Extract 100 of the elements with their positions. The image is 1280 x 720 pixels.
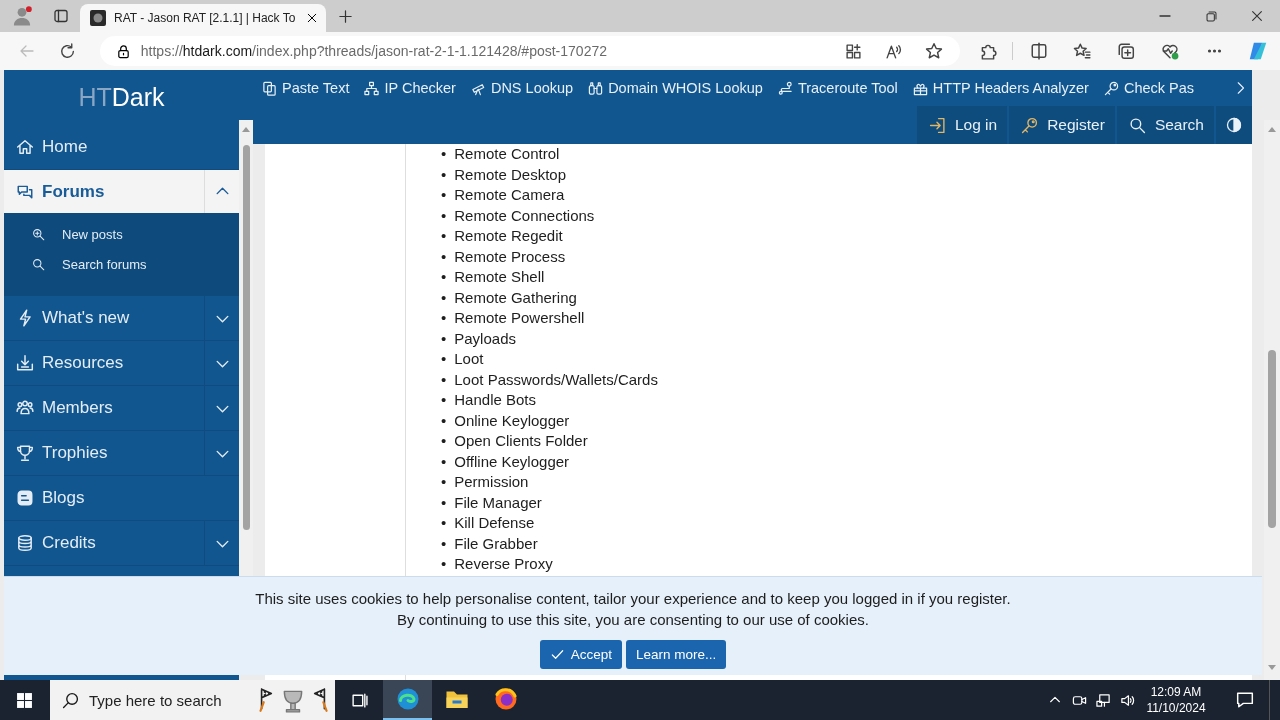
clock[interactable]: 12:09 AM 11/10/2024 — [1139, 684, 1213, 716]
list-item: Reverse Proxy — [454, 554, 553, 574]
list-item: Remote Control — [454, 144, 560, 164]
zoom-in-icon — [32, 227, 45, 241]
search-link[interactable]: Search — [1116, 106, 1214, 144]
back-arrow-icon — [18, 43, 35, 59]
favorites-icon — [1073, 42, 1092, 60]
reload-icon — [59, 42, 77, 60]
scrollbar-thumb[interactable] — [1268, 350, 1276, 528]
sidebar-subitem[interactable]: Search forums — [4, 249, 239, 279]
list-item: File Manager — [454, 492, 542, 513]
list-bullet: • — [441, 164, 447, 185]
list-bullet: • — [441, 205, 447, 226]
search-icon — [32, 257, 45, 271]
tool-link[interactable]: DNS Lookup — [470, 80, 574, 96]
list-bullet: • — [441, 185, 447, 205]
tool-link[interactable]: Paste Text — [262, 80, 350, 96]
more-icon — [1206, 49, 1222, 53]
list-item: Remote Process — [454, 246, 566, 267]
list-item: Remote Powershell — [454, 308, 585, 328]
list-bullet: • — [441, 246, 447, 267]
tool-link[interactable]: HTTP Headers Analyzer — [912, 80, 1089, 96]
browser-tab[interactable]: RAT - Jason RAT [2.1.1] | Hack To — [80, 4, 326, 32]
tab-actions-icon — [53, 8, 69, 24]
accept-button[interactable]: Accept — [539, 640, 622, 669]
favicon-icon — [90, 10, 106, 26]
binoculars-icon — [588, 80, 604, 96]
list-bullet: • — [441, 390, 447, 410]
list-item: Remote Regedit — [454, 226, 563, 246]
login-link[interactable]: Log in — [916, 106, 1008, 144]
key-icon — [1103, 80, 1119, 96]
star-icon — [924, 42, 943, 60]
address-bar[interactable]: https://htdark.com/index.php?threads/jason-rat-2-1-1.121428/#post-170272 — [99, 36, 960, 66]
list-item: Online Keylogger — [454, 410, 570, 431]
list-item: Offline Keylogger — [454, 451, 570, 472]
restore-icon — [1204, 9, 1218, 23]
tool-link[interactable]: Domain WHOIS Lookup — [588, 80, 763, 96]
network-icon — [364, 80, 380, 96]
list-item: Remote Desktop — [454, 164, 566, 185]
profile-icon — [12, 6, 32, 26]
list-bullet: • — [441, 144, 447, 164]
download-icon — [16, 354, 34, 372]
learn-more-button[interactable]: Learn more... — [626, 640, 727, 669]
plus-icon — [337, 8, 353, 24]
read-aloud-icon — [885, 42, 903, 60]
firefox-icon — [493, 687, 518, 711]
collections-icon — [1117, 42, 1136, 60]
list-bullet: • — [441, 308, 447, 328]
tool-link[interactable]: Check Pas — [1103, 80, 1195, 96]
scrollbar[interactable] — [1264, 120, 1280, 680]
search-field[interactable]: Type here to search — [50, 680, 335, 720]
app-add-icon — [845, 42, 863, 60]
contrast-icon — [1226, 117, 1242, 133]
list-bullet: • — [441, 410, 447, 431]
key-icon — [1021, 116, 1039, 134]
sidebar-subitem[interactable]: New posts — [4, 219, 239, 249]
list-bullet: • — [441, 369, 447, 390]
scrollbar-thumb[interactable] — [242, 145, 250, 530]
edge-icon — [395, 687, 420, 711]
list-bullet: • — [441, 492, 447, 513]
minimize-icon — [1159, 15, 1171, 17]
list-item: Permission — [454, 472, 529, 492]
close-icon — [1250, 9, 1264, 23]
list-bullet: • — [441, 451, 447, 472]
list-bullet: • — [441, 533, 447, 554]
network-icon — [1095, 692, 1111, 708]
scroll-up-arrow-icon[interactable] — [242, 127, 250, 132]
theme-toggle[interactable] — [1216, 106, 1252, 144]
taskbar-app[interactable] — [383, 680, 432, 720]
sidebar-item[interactable]: Credits — [4, 521, 239, 566]
sidebar-item[interactable]: Forums — [4, 170, 239, 213]
list-bullet: • — [441, 472, 447, 492]
paste-icon — [262, 80, 277, 96]
volume-icon — [1119, 692, 1135, 708]
list-item: File Grabber — [454, 533, 538, 554]
list-item: Loot Passwords/Wallets/Cards — [454, 369, 658, 390]
scrollbar[interactable] — [239, 120, 253, 576]
register-link[interactable]: Register — [1009, 106, 1115, 144]
scroll-down-arrow-icon[interactable] — [1268, 665, 1276, 670]
list-bullet: • — [441, 328, 447, 349]
tool-link[interactable]: Traceroute Tool — [777, 80, 898, 96]
close-icon — [306, 12, 318, 24]
lock-icon — [115, 43, 131, 59]
site-logo[interactable]: HTDark — [4, 70, 239, 125]
health-icon — [1161, 42, 1180, 60]
check-icon — [549, 647, 565, 662]
tool-link[interactable]: IP Checker — [364, 80, 456, 96]
home-icon — [16, 138, 34, 156]
scroll-up-arrow-icon[interactable] — [1268, 127, 1276, 132]
list-bullet: • — [441, 349, 447, 369]
list-bullet: • — [441, 226, 447, 246]
list-bullet: • — [441, 431, 447, 451]
list-bullet: • — [441, 513, 447, 533]
list-item: Loot — [454, 349, 484, 369]
route-icon — [777, 80, 793, 96]
sidebar-item[interactable]: Blogs — [4, 476, 239, 521]
search-icon — [1128, 116, 1146, 134]
list-bullet: • — [441, 554, 447, 574]
coins-icon — [16, 534, 34, 552]
trophy-icon — [16, 444, 34, 462]
